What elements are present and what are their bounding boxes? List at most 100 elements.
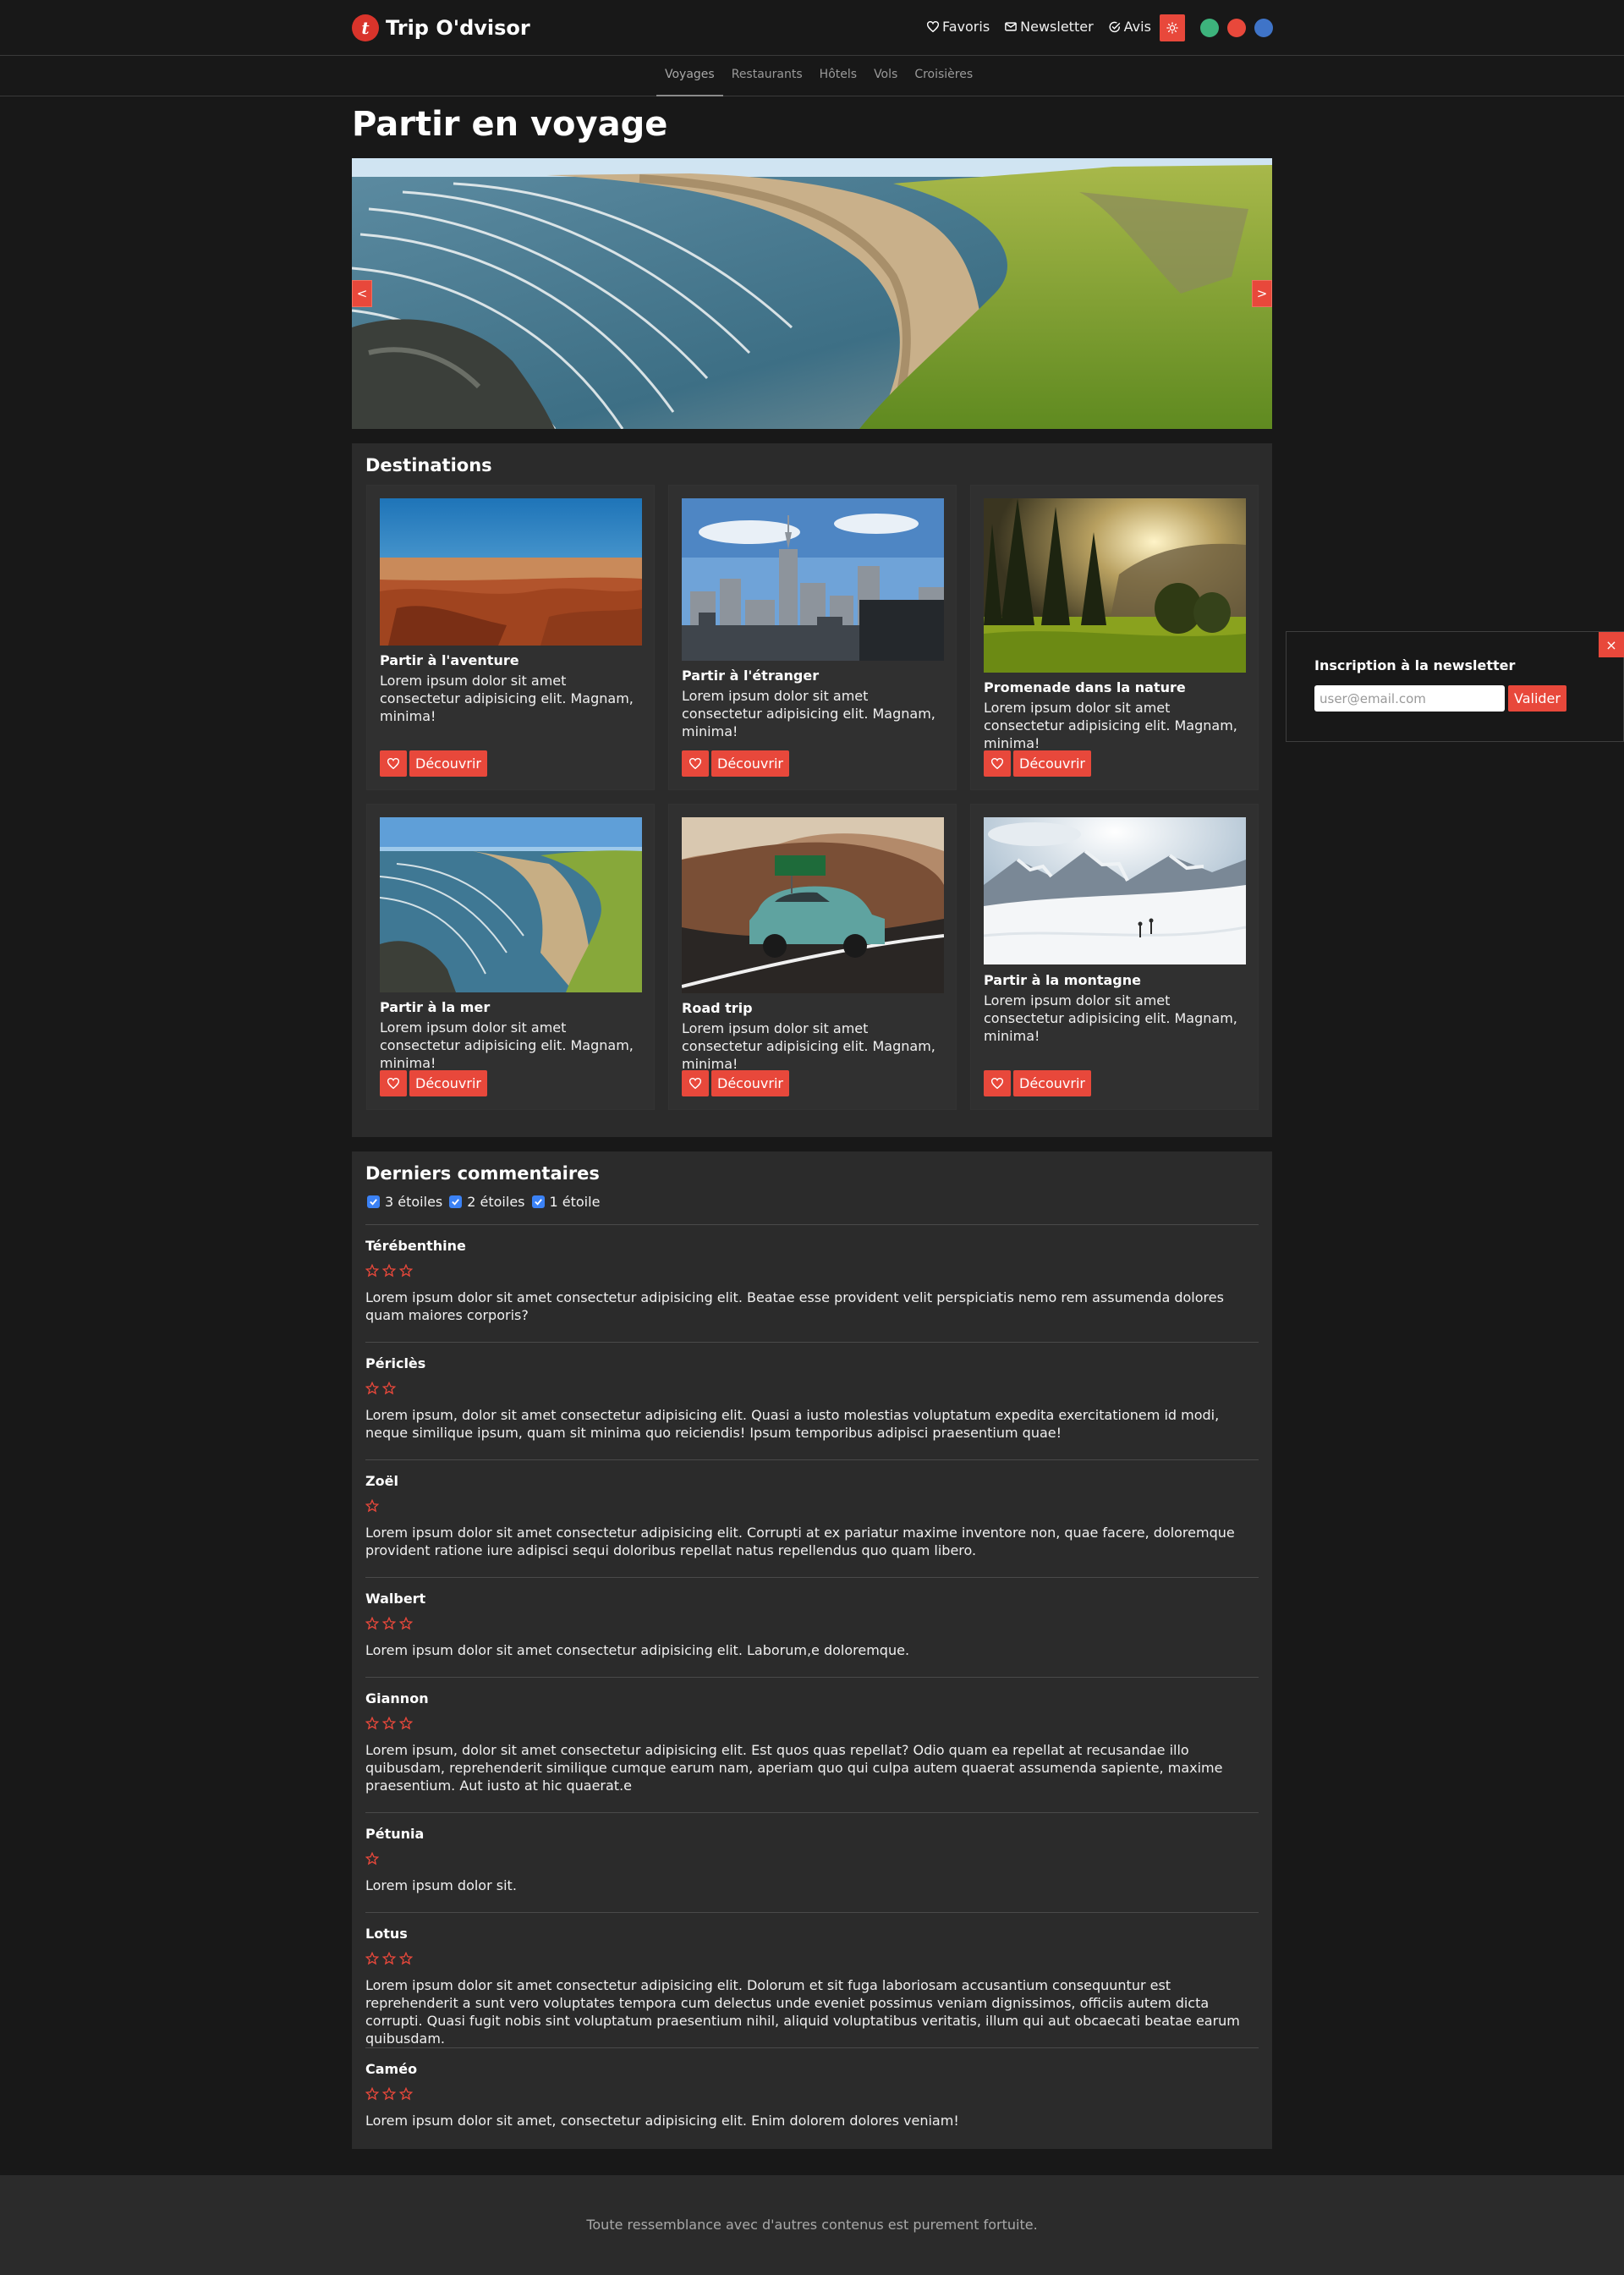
comment-rating	[365, 1617, 416, 1630]
comment-rating	[365, 1952, 416, 1965]
destinations-section: Destinations Partir à l'aventure Lorem i…	[352, 443, 1272, 1137]
category-nav: Voyages Restaurants Hôtels Vols Croisièr…	[0, 56, 1624, 96]
newsletter-label: Newsletter	[1020, 19, 1094, 35]
favorite-button[interactable]	[984, 750, 1011, 777]
favorite-button[interactable]	[380, 750, 407, 777]
comment-author: Térébenthine	[365, 1238, 466, 1254]
hero-carousel: < >	[352, 158, 1272, 429]
reviews-link[interactable]: Avis	[1109, 19, 1151, 35]
theme-dot-red[interactable]	[1227, 19, 1246, 37]
carousel-prev-button[interactable]: <	[352, 280, 372, 307]
theme-dot-green[interactable]	[1200, 19, 1219, 37]
card-text: Lorem ipsum dolor sit amet consectetur a…	[380, 673, 634, 724]
checkbox-checked[interactable]	[367, 1195, 380, 1208]
carousel-next-button[interactable]: >	[1252, 280, 1272, 307]
sun-icon	[1166, 22, 1178, 34]
rating-filters: 3 étoiles 2 étoiles 1 étoile	[367, 1194, 606, 1210]
comment-rating	[365, 2087, 416, 2101]
card-text: Lorem ipsum dolor sit amet consectetur a…	[984, 700, 1237, 751]
brand[interactable]: t Trip O'dvisor	[352, 14, 530, 42]
checkbox-checked[interactable]	[449, 1195, 463, 1208]
favorite-button[interactable]	[984, 1070, 1011, 1096]
destination-card: Promenade dans la nature Lorem ipsum dol…	[970, 485, 1259, 790]
comment-author: Zoël	[365, 1473, 398, 1489]
tab-vols[interactable]: Vols	[865, 56, 906, 96]
discover-button[interactable]: Découvrir	[1013, 1070, 1091, 1096]
comment-item: Walbert Lorem ipsum dolor sit amet conse…	[365, 1577, 1259, 1677]
comment-rating	[365, 1264, 416, 1278]
destinations-title: Destinations	[365, 455, 492, 475]
card-title: Promenade dans la nature	[984, 679, 1186, 695]
discover-button[interactable]: Découvrir	[1013, 750, 1091, 777]
star-icon	[399, 1617, 413, 1630]
favorite-button[interactable]	[380, 1070, 407, 1096]
heart-icon	[689, 1078, 701, 1089]
email-field[interactable]	[1314, 685, 1505, 712]
comment-text: Lorem ipsum dolor sit amet consectetur a…	[365, 1642, 910, 1658]
header-nav: Favoris Newsletter Avis	[927, 19, 1166, 35]
card-image-nature	[984, 498, 1246, 673]
site-header: t Trip O'dvisor Favoris Newsletter Avis	[0, 0, 1624, 56]
favorites-label: Favoris	[942, 19, 990, 35]
filter-2-stars[interactable]: 2 étoiles	[449, 1194, 525, 1210]
favorite-button[interactable]	[682, 1070, 709, 1096]
star-icon	[365, 1499, 379, 1513]
filter-label: 1 étoile	[549, 1194, 601, 1210]
comment-text: Lorem ipsum dolor sit amet, consectetur …	[365, 2113, 959, 2129]
discover-button[interactable]: Découvrir	[409, 1070, 487, 1096]
comment-rating	[365, 1382, 399, 1395]
check-circle-icon	[1109, 21, 1120, 32]
card-image-etranger	[682, 498, 944, 661]
comment-author: Giannon	[365, 1690, 429, 1706]
theme-toggle-button[interactable]	[1160, 14, 1185, 41]
brand-name: Trip O'dvisor	[386, 16, 530, 40]
comment-text: Lorem ipsum dolor sit.	[365, 1877, 517, 1893]
tab-croisieres[interactable]: Croisières	[906, 56, 981, 96]
filter-1-star[interactable]: 1 étoile	[531, 1194, 601, 1210]
comment-author: Pétunia	[365, 1826, 425, 1842]
destination-card: Partir à la mer Lorem ipsum dolor sit am…	[366, 804, 655, 1110]
comment-item: Giannon Lorem ipsum, dolor sit amet cons…	[365, 1677, 1259, 1812]
discover-button[interactable]: Découvrir	[409, 750, 487, 777]
newsletter-title: Inscription à la newsletter	[1314, 657, 1516, 673]
footer-text: Toute ressemblance avec d'autres contenu…	[586, 2217, 1038, 2233]
star-icon	[365, 1382, 379, 1395]
favorites-link[interactable]: Favoris	[927, 19, 990, 35]
filter-3-stars[interactable]: 3 étoiles	[367, 1194, 442, 1210]
star-icon	[399, 1264, 413, 1278]
card-title: Road trip	[682, 1000, 753, 1016]
card-text: Lorem ipsum dolor sit amet consectetur a…	[984, 992, 1237, 1044]
newsletter-submit-button[interactable]: Valider	[1508, 685, 1566, 712]
theme-dot-blue[interactable]	[1254, 19, 1273, 37]
star-icon	[382, 1617, 396, 1630]
newsletter-link[interactable]: Newsletter	[1005, 19, 1094, 35]
heart-icon	[991, 758, 1003, 769]
destination-card: Road trip Lorem ipsum dolor sit amet con…	[668, 804, 957, 1110]
comment-item: Pétunia Lorem ipsum dolor sit.	[365, 1812, 1259, 1912]
close-icon[interactable]: ×	[1599, 632, 1624, 657]
card-title: Partir à la montagne	[984, 972, 1141, 988]
star-icon	[365, 2087, 379, 2101]
filter-label: 3 étoiles	[385, 1194, 443, 1210]
star-icon	[365, 1264, 379, 1278]
star-icon	[382, 1264, 396, 1278]
card-image-mer	[380, 817, 642, 992]
tab-hotels[interactable]: Hôtels	[811, 56, 865, 96]
comment-author: Périclès	[365, 1355, 426, 1371]
favorite-button[interactable]	[682, 750, 709, 777]
star-icon	[399, 1952, 413, 1965]
star-icon	[382, 1382, 396, 1395]
discover-button[interactable]: Découvrir	[711, 750, 789, 777]
reviews-label: Avis	[1123, 19, 1151, 35]
checkbox-checked[interactable]	[531, 1195, 545, 1208]
comment-rating	[365, 1717, 416, 1730]
heart-icon	[689, 758, 701, 769]
tab-voyages[interactable]: Voyages	[656, 56, 723, 96]
star-icon	[382, 1952, 396, 1965]
page-title: Partir en voyage	[352, 105, 668, 144]
comment-author: Caméo	[365, 2061, 418, 2077]
card-title: Partir à la mer	[380, 999, 491, 1015]
heart-icon	[387, 1078, 399, 1089]
discover-button[interactable]: Découvrir	[711, 1070, 789, 1096]
tab-restaurants[interactable]: Restaurants	[723, 56, 811, 96]
